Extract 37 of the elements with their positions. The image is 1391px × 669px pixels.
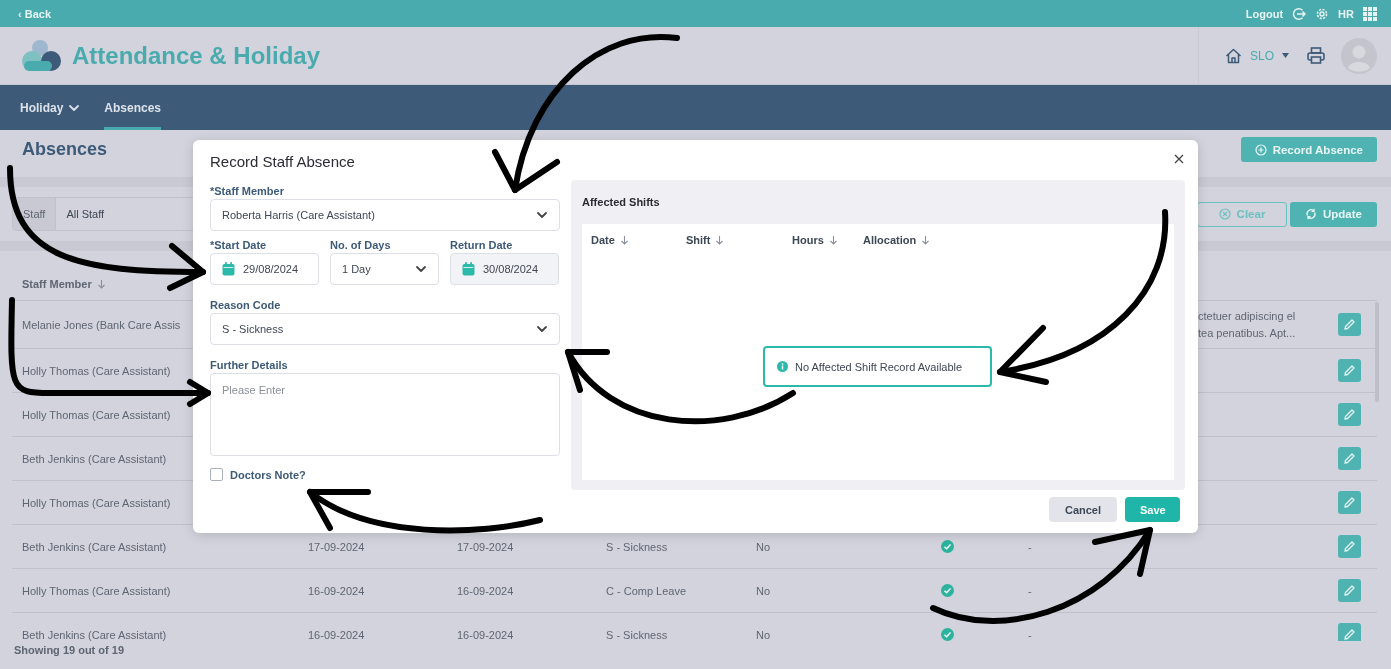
field-label: Reason Code bbox=[210, 298, 282, 311]
table-cell: Holly Thomas (Care Assistant) bbox=[22, 496, 171, 509]
field-label: Further Details bbox=[210, 358, 289, 371]
row-count-text: Showing 19 out of 19 bbox=[13, 643, 125, 656]
table-cell: - bbox=[1028, 540, 1032, 553]
table-cell: 16-09-2024 bbox=[308, 584, 365, 597]
table-cell: 16-09-2024 bbox=[457, 628, 514, 641]
empty-state-message: No Affected Shift Record Available bbox=[763, 346, 992, 387]
table-cell: S - Sickness bbox=[606, 628, 668, 641]
table-cell: Beth Jenkins (Care Assistant) bbox=[22, 452, 167, 465]
table-cell: Melanie Jones (Bank Care Assis bbox=[22, 318, 181, 331]
panel-title: Affected Shifts bbox=[582, 195, 661, 210]
table-cell: C - Comp Leave bbox=[606, 584, 687, 597]
table-cell: Holly Thomas (Care Assistant) bbox=[22, 408, 171, 421]
table-cell: No bbox=[756, 540, 771, 553]
table-cell: Beth Jenkins (Care Assistant) bbox=[22, 540, 167, 553]
field-label: No. of Days bbox=[330, 238, 392, 251]
page-title: Absences bbox=[22, 139, 108, 160]
table-cell: 16-09-2024 bbox=[308, 628, 365, 641]
table-cell: Holly Thomas (Care Assistant) bbox=[22, 364, 171, 377]
table-cell: - bbox=[1028, 584, 1032, 597]
description-text: ctetuer adipiscing el tea penatibus. Apt... bbox=[1198, 308, 1296, 341]
field-label: Return Date bbox=[450, 238, 514, 251]
table-cell: 17-09-2024 bbox=[308, 540, 365, 553]
table-cell: 16-09-2024 bbox=[457, 584, 514, 597]
table-cell: - bbox=[1028, 628, 1032, 641]
checkbox-label: Doctors Note? bbox=[230, 468, 306, 481]
app-title: Attendance & Holiday bbox=[72, 41, 321, 70]
table-cell: S - Sickness bbox=[606, 540, 668, 553]
table-cell: No bbox=[756, 584, 771, 597]
table-cell: No bbox=[756, 628, 771, 641]
field-label: *Start Date bbox=[210, 238, 268, 251]
field-label: *Staff Member bbox=[210, 184, 285, 197]
table-cell: Holly Thomas (Care Assistant) bbox=[22, 584, 171, 597]
table-cell: 17-09-2024 bbox=[457, 540, 514, 553]
table-cell: Beth Jenkins (Care Assistant) bbox=[22, 628, 167, 641]
dialog-title: Record Staff Absence bbox=[210, 152, 355, 172]
